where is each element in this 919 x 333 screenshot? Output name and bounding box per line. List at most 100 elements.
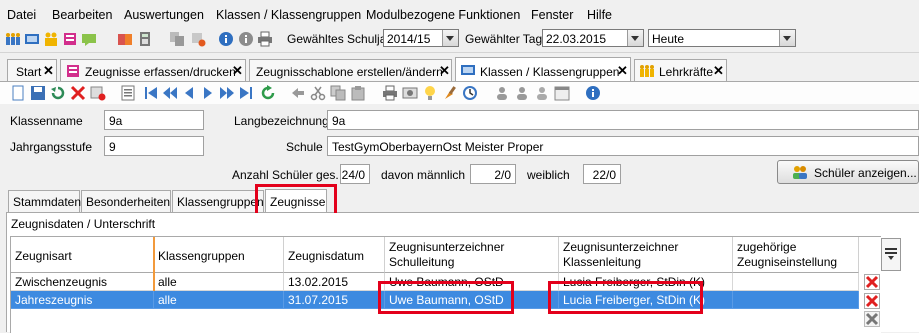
close-icon[interactable]: ✕: [232, 63, 243, 79]
prev-record-icon[interactable]: [181, 85, 197, 101]
tag-date-input[interactable]: 22.03.2015: [542, 29, 644, 47]
cell-klassengruppe[interactable]: alle: [154, 291, 284, 309]
tab-besonderheiten[interactable]: Besonderheiten: [81, 190, 171, 212]
close-icon[interactable]: ✕: [43, 63, 54, 79]
tab-klassen[interactable]: Klassen / Klassengruppen ✕: [455, 57, 631, 82]
students-icon: [793, 166, 807, 179]
schule-label: Schule: [286, 140, 323, 154]
settings-gear-icon[interactable]: [190, 31, 206, 47]
schueler-anzeigen-label: Schüler anzeigen...: [814, 166, 917, 180]
report-card-icon[interactable]: [62, 31, 78, 47]
list-icon[interactable]: [120, 85, 136, 101]
klassenname-field[interactable]: 9a: [104, 110, 204, 130]
cut-icon[interactable]: [310, 85, 326, 101]
clock-icon[interactable]: [462, 85, 478, 101]
messages-icon[interactable]: [81, 31, 97, 47]
delete-row-icon[interactable]: [864, 293, 880, 309]
col-header-zeugnisart[interactable]: Zeugnisart: [11, 237, 154, 273]
help-icon[interactable]: [238, 31, 254, 47]
chevron-down-icon[interactable]: [627, 30, 643, 46]
refresh-icon[interactable]: [260, 85, 276, 101]
col-header-schulleitung[interactable]: Zeugnisunterzeichner Schulleitung: [385, 237, 559, 273]
document-tabs: Start ✕ Zeugnisse erfassen/drucken ✕ Zeu…: [0, 56, 919, 82]
schueler-anzeigen-button[interactable]: Schüler anzeigen...: [777, 160, 919, 184]
students-icon[interactable]: [43, 31, 59, 47]
printer-icon[interactable]: [257, 31, 273, 47]
cell-zeugnisdatum[interactable]: 13.02.2015: [284, 273, 385, 291]
preview-icon[interactable]: [402, 85, 418, 101]
calculator-icon[interactable]: [137, 31, 153, 47]
tab-stammdaten[interactable]: Stammdaten: [8, 190, 81, 212]
menu-klassen[interactable]: Klassen / Klassengruppen: [216, 8, 361, 22]
tag-value: 22.03.2015: [546, 32, 607, 46]
book-icon[interactable]: [117, 31, 133, 47]
new-record-icon[interactable]: [10, 85, 26, 101]
user-edit-icon[interactable]: [534, 85, 550, 101]
heute-select[interactable]: Heute: [648, 29, 796, 47]
col-header-zeugnisdatum[interactable]: Zeugnisdatum: [284, 237, 385, 273]
col-header-zeugniseinstellung[interactable]: zugehörige Zeugniseinstellung: [733, 237, 859, 273]
delete-row-disabled-icon[interactable]: [864, 311, 880, 327]
teachers-icon: [640, 65, 654, 77]
arrow-left-icon[interactable]: [290, 85, 306, 101]
help-icon[interactable]: [585, 85, 601, 101]
table-delete-icon[interactable]: [90, 85, 106, 101]
menu-auswertungen[interactable]: Auswertungen: [124, 8, 204, 22]
menu-fenster[interactable]: Fenster: [531, 8, 573, 22]
weiblich-field: 22/0: [583, 164, 621, 184]
lightbulb-icon[interactable]: [422, 85, 438, 101]
paste-icon[interactable]: [350, 85, 366, 101]
chevron-down-icon[interactable]: [442, 30, 458, 46]
chevron-down-icon[interactable]: [779, 30, 795, 46]
undo-icon[interactable]: [50, 85, 66, 101]
col-header-klassengruppen[interactable]: Klassengruppen: [154, 237, 284, 273]
cell-zeugnisart[interactable]: Zwischenzeugnis: [11, 273, 154, 291]
cell-klassengruppe[interactable]: alle: [154, 273, 284, 291]
prev-page-icon[interactable]: [162, 85, 178, 101]
schuljahr-select[interactable]: 2014/15: [383, 29, 459, 47]
cell-zeugniseinstellung[interactable]: [733, 291, 859, 309]
menu-datei[interactable]: Datei: [7, 8, 36, 22]
cell-zeugnisart[interactable]: Jahreszeugnis: [11, 291, 154, 309]
copy-icon[interactable]: [169, 31, 185, 47]
schuljahr-value: 2014/15: [387, 32, 431, 46]
tab-zeugnisschablone[interactable]: Zeugnisschablone erstellen/ändern ✕: [249, 59, 452, 81]
calendar-icon[interactable]: [554, 85, 570, 101]
close-icon[interactable]: ✕: [439, 63, 450, 79]
jahrgangsstufe-field[interactable]: 9: [104, 136, 204, 156]
cell-zeugnisdatum[interactable]: 31.07.2015: [284, 291, 385, 309]
user-group-icon[interactable]: [494, 85, 510, 101]
brush-icon[interactable]: [442, 85, 458, 101]
tab-klassengruppen[interactable]: Klassengruppen: [172, 190, 264, 212]
printer-icon[interactable]: [382, 85, 398, 101]
menu-bearbeiten[interactable]: Bearbeiten: [52, 8, 112, 22]
first-record-icon[interactable]: [143, 85, 159, 101]
delete-row-icon[interactable]: [864, 274, 880, 290]
menu-hilfe[interactable]: Hilfe: [587, 8, 612, 22]
last-record-icon[interactable]: [238, 85, 254, 101]
anzahl-label: Anzahl Schüler ges.: [232, 168, 339, 182]
teachers-icon[interactable]: [5, 31, 21, 47]
column-chooser-button[interactable]: [881, 238, 901, 271]
tab-zeugnisse-erfassen[interactable]: Zeugnisse erfassen/drucken ✕: [60, 59, 246, 81]
cell-text: 13.02.2015: [288, 275, 349, 289]
copy-icon[interactable]: [330, 85, 346, 101]
info-icon[interactable]: [218, 31, 234, 47]
close-icon[interactable]: ✕: [713, 63, 724, 79]
delete-icon[interactable]: [70, 85, 86, 101]
langbezeichnung-field[interactable]: 9a: [327, 110, 919, 130]
menu-modulbezogene-funktionen[interactable]: Modulbezogene Funktionen: [366, 8, 520, 22]
langbezeichnung-label: Langbezeichnung: [234, 114, 329, 128]
cell-zeugniseinstellung[interactable]: [733, 273, 859, 291]
maennlich-value: 2/0: [494, 168, 511, 182]
next-record-icon[interactable]: [200, 85, 216, 101]
tab-start[interactable]: Start ✕: [7, 59, 57, 81]
header-label: Klassengruppen: [158, 249, 245, 263]
close-icon[interactable]: ✕: [617, 63, 628, 79]
col-header-klassenleitung[interactable]: Zeugnisunterzeichner Klassenleitung: [559, 237, 733, 273]
save-icon[interactable]: [30, 85, 46, 101]
next-page-icon[interactable]: [219, 85, 235, 101]
user-icon[interactable]: [514, 85, 530, 101]
classes-icon[interactable]: [24, 31, 40, 47]
tab-lehrkraefte[interactable]: Lehrkräfte ✕: [634, 59, 727, 81]
